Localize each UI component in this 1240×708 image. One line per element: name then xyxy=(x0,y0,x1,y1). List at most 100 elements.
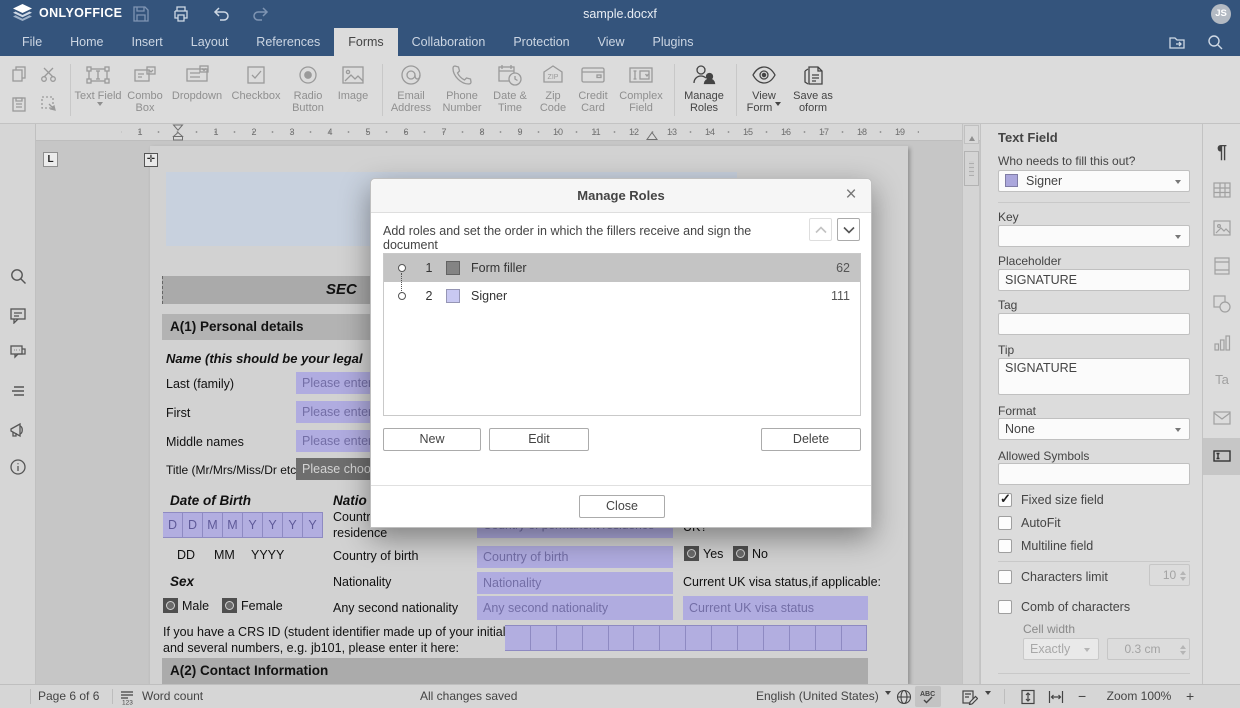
zoom-level[interactable]: Zoom 100% xyxy=(1104,685,1174,708)
dialog-header[interactable]: Manage Roles xyxy=(371,179,871,213)
move-role-down-button[interactable] xyxy=(837,218,860,241)
role-select[interactable]: Signer xyxy=(998,170,1190,192)
checkbox-checked-icon[interactable] xyxy=(998,493,1012,507)
text-art-settings-icon[interactable]: Ta xyxy=(1212,371,1232,391)
male-radio[interactable]: Male xyxy=(163,598,209,613)
text-field-button[interactable]: Text Field xyxy=(74,62,122,114)
menu-plugins[interactable]: Plugins xyxy=(638,28,707,56)
page-indicator[interactable]: Page 6 of 6 xyxy=(38,685,99,708)
female-radio[interactable]: Female xyxy=(222,598,283,613)
crs-comb-cell[interactable] xyxy=(557,625,583,651)
date-comb-cell[interactable]: D xyxy=(183,512,203,538)
menu-file[interactable]: File xyxy=(8,28,56,56)
dob-comb-field[interactable]: DDMMYYYY xyxy=(163,512,323,538)
date-time-button[interactable]: Date & Time xyxy=(487,62,533,114)
placeholder-input[interactable]: SIGNATURE xyxy=(998,269,1190,291)
country-birth-field[interactable]: Country of birth xyxy=(477,546,673,568)
autofit-checkbox-row[interactable]: AutoFit xyxy=(998,516,1061,530)
menu-references[interactable]: References xyxy=(242,28,334,56)
menu-collaboration[interactable]: Collaboration xyxy=(398,28,500,56)
view-form-button[interactable]: View Form xyxy=(740,62,788,114)
menu-insert[interactable]: Insert xyxy=(118,28,177,56)
new-role-button[interactable]: New xyxy=(383,428,481,451)
crs-comb-cell[interactable] xyxy=(583,625,609,651)
print-icon[interactable] xyxy=(172,5,190,23)
scroll-up-button[interactable] xyxy=(964,125,979,144)
radio-icon[interactable] xyxy=(222,598,237,613)
paste-icon[interactable] xyxy=(10,95,28,113)
set-language-globe-icon[interactable] xyxy=(896,689,912,705)
crs-comb-cell[interactable] xyxy=(790,625,816,651)
crs-comb-cell[interactable] xyxy=(634,625,660,651)
tag-input[interactable] xyxy=(998,313,1190,335)
tip-textarea[interactable]: SIGNATURE xyxy=(998,358,1190,395)
radio-icon[interactable] xyxy=(733,546,748,561)
date-comb-cell[interactable]: M xyxy=(223,512,243,538)
mail-merge-icon[interactable] xyxy=(1212,408,1232,428)
track-changes-icon[interactable] xyxy=(962,689,978,705)
fit-page-icon[interactable] xyxy=(1020,689,1036,705)
right-indent-marker[interactable] xyxy=(646,132,658,141)
date-comb-cell[interactable]: M xyxy=(203,512,223,538)
date-comb-cell[interactable]: Y xyxy=(303,512,323,538)
date-comb-cell[interactable]: Y xyxy=(283,512,303,538)
close-button[interactable]: Close xyxy=(579,495,665,518)
zoom-in-button[interactable]: + xyxy=(1186,685,1194,708)
crs-comb-field[interactable] xyxy=(505,625,867,651)
language-selector[interactable]: English (United States) xyxy=(756,685,891,708)
comb-checkbox-row[interactable]: Comb of characters xyxy=(998,600,1130,614)
image-button[interactable]: Image xyxy=(331,62,375,102)
phone-number-button[interactable]: Phone Number xyxy=(438,62,486,114)
tab-stop-selector[interactable]: L xyxy=(43,152,58,167)
form-settings-icon[interactable] xyxy=(1212,446,1232,466)
spinner-arrows-icon[interactable] xyxy=(1180,568,1186,584)
checkbox-icon[interactable] xyxy=(998,516,1012,530)
about-icon[interactable] xyxy=(9,458,27,476)
drag-handle-icon[interactable] xyxy=(398,264,406,272)
paragraph-settings-icon[interactable]: ¶ xyxy=(1212,142,1232,162)
crs-comb-cell[interactable] xyxy=(531,625,557,651)
cell-width-spinner[interactable]: 0.3 cm xyxy=(1107,638,1190,660)
image-settings-icon[interactable] xyxy=(1212,218,1232,238)
header-footer-settings-icon[interactable] xyxy=(1212,256,1232,276)
char-limit-checkbox-row[interactable]: Characters limit xyxy=(998,570,1108,584)
allowed-symbols-input[interactable] xyxy=(998,463,1190,485)
save-as-oform-button[interactable]: Save as oform xyxy=(788,62,838,114)
navigation-icon[interactable] xyxy=(9,382,27,400)
comments-icon[interactable] xyxy=(9,306,27,324)
nationality-field[interactable]: Nationality xyxy=(477,572,673,594)
crs-comb-cell[interactable] xyxy=(686,625,712,651)
complex-field-button[interactable]: Complex Field xyxy=(614,62,668,114)
delete-role-button[interactable]: Delete xyxy=(761,428,861,451)
crs-comb-cell[interactable] xyxy=(842,625,868,651)
spellcheck-button[interactable]: ABC xyxy=(915,686,941,707)
feedback-icon[interactable] xyxy=(9,421,27,439)
chart-settings-icon[interactable] xyxy=(1212,332,1232,352)
undo-icon[interactable] xyxy=(212,5,230,23)
date-comb-cell[interactable]: D xyxy=(163,512,183,538)
second-nationality-field[interactable]: Any second nationality xyxy=(477,596,673,620)
visa-status-field[interactable]: Current UK visa status xyxy=(683,596,868,620)
manage-roles-button[interactable]: Manage Roles xyxy=(678,62,730,114)
menu-home[interactable]: Home xyxy=(56,28,117,56)
checkbox-icon[interactable] xyxy=(998,539,1012,553)
spinner-arrows-icon[interactable] xyxy=(1180,642,1186,658)
fixed-size-checkbox-row[interactable]: Fixed size field xyxy=(998,493,1104,507)
menu-view[interactable]: View xyxy=(584,28,639,56)
menu-forms-active[interactable]: Forms xyxy=(334,28,397,56)
edit-role-button[interactable]: Edit xyxy=(489,428,589,451)
fit-width-icon[interactable] xyxy=(1048,689,1064,705)
scrollbar-thumb[interactable] xyxy=(964,151,979,186)
date-comb-cell[interactable]: Y xyxy=(243,512,263,538)
checkbox-icon[interactable] xyxy=(998,600,1012,614)
zoom-out-button[interactable]: − xyxy=(1078,685,1086,708)
shape-settings-icon[interactable] xyxy=(1212,294,1232,314)
word-count-icon[interactable]: 123 xyxy=(119,689,135,705)
move-role-up-button[interactable] xyxy=(809,218,832,241)
char-limit-spinner[interactable]: 10 xyxy=(1149,564,1190,586)
indent-marker[interactable] xyxy=(172,124,184,141)
find-icon[interactable] xyxy=(9,267,27,285)
radio-icon[interactable] xyxy=(163,598,178,613)
role-row-form-filler[interactable]: 1 Form filler 62 xyxy=(384,254,860,282)
email-address-button[interactable]: Email Address xyxy=(386,62,436,114)
